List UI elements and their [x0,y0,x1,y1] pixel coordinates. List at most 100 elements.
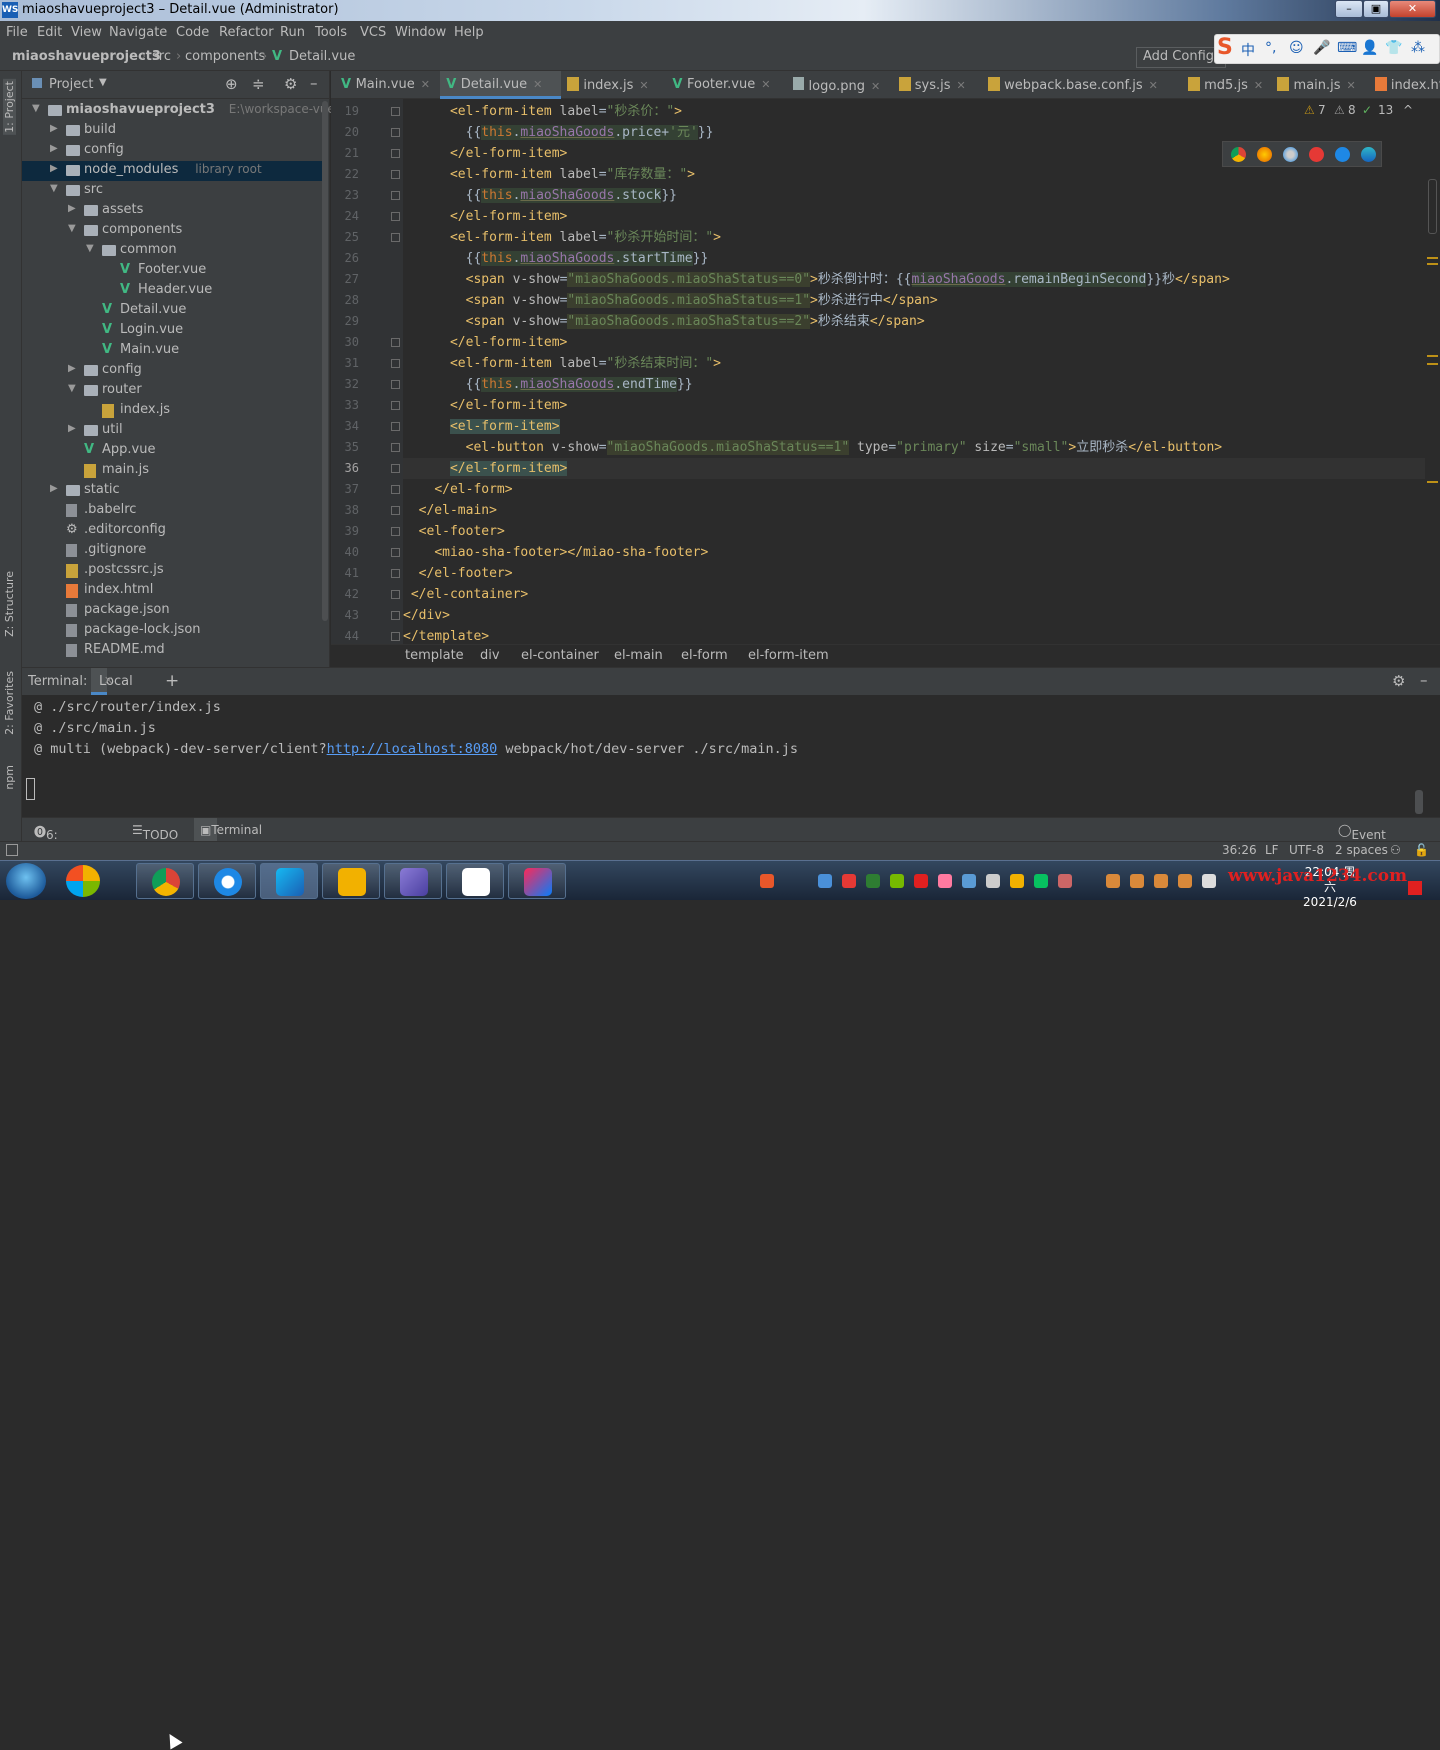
tree-item[interactable]: V Footer.vue [22,261,322,281]
fold-marker-icon[interactable] [391,128,400,137]
ime-emoji-icon[interactable]: ☺ [1289,40,1304,56]
tree-item[interactable]: V App.vue [22,441,322,461]
code-line[interactable]: <el-form-item label="库存数量："> [403,164,1425,185]
close-tab-icon[interactable]: ✕ [533,78,542,91]
side-tab-npm[interactable]: npm [3,765,16,790]
taskbar-qq-browser[interactable] [198,863,256,899]
code-line[interactable]: {{this.miaoShaGoods.stock}} [403,185,1425,206]
close-tab-icon[interactable]: ✕ [1254,79,1263,92]
scroll-thumb[interactable] [1428,179,1437,234]
code-line[interactable]: </el-form-item> [403,332,1425,353]
fold-marker-icon[interactable] [391,611,400,620]
crumb-div[interactable]: div [480,648,500,663]
chevron-down-icon[interactable]: ▼ [99,77,107,88]
localhost-link[interactable]: http://localhost:8080 [327,741,498,757]
crumb-el-form-item[interactable]: el-form-item [748,648,829,663]
sogou-tray-icon[interactable] [760,874,774,888]
code-line[interactable]: </template> [403,626,1425,644]
nvidia-icon[interactable] [890,874,904,888]
shield-icon[interactable] [866,874,880,888]
chevron-right-icon[interactable]: ▶ [50,163,58,174]
ime-keyboard-icon[interactable]: ⌨ [1337,40,1357,56]
chevron-down-icon[interactable]: ▼ [68,223,76,234]
tree-item[interactable]: ▶ config [22,141,322,161]
tree-item[interactable]: ▶ build [22,121,322,141]
project-panel-title[interactable]: Project [49,77,93,92]
editor-tab[interactable]: logo.png ✕ [787,71,892,99]
code-line[interactable]: <miao-sha-footer></miao-sha-footer> [403,542,1425,563]
gear-icon[interactable]: ⚙ [1392,672,1405,690]
editor-tab[interactable]: webpack.base.conf.js ✕ [982,71,1182,99]
close-tab-icon[interactable]: ✕ [871,80,880,93]
code-line[interactable]: </el-form-item> [403,458,1425,479]
indent-setting[interactable]: 2 spaces [1335,843,1388,857]
chevron-right-icon[interactable]: ▶ [50,143,58,154]
code-line[interactable]: <el-form-item label="秒杀开始时间："> [403,227,1425,248]
tree-item[interactable]: ▼ common [22,241,322,261]
hide-panel-icon[interactable]: – [1420,671,1428,689]
tray-icon[interactable] [1058,874,1072,888]
tree-item[interactable]: ▶ util [22,421,322,441]
chevron-down-icon[interactable]: ▼ [68,383,76,394]
lock-icon[interactable]: 🔓 [1414,843,1429,857]
menu-tools[interactable]: Tools [315,25,347,40]
close-tab-icon[interactable]: ✕ [1149,79,1158,92]
fold-marker-icon[interactable] [391,527,400,536]
gear-icon[interactable]: ⚙ [284,75,297,93]
menu-vcs[interactable]: VCS [360,25,386,40]
file-encoding[interactable]: UTF-8 [1289,843,1324,857]
side-tab-project[interactable]: 1: Project [3,79,16,135]
tree-item[interactable]: ⚙ .editorconfig [22,521,322,541]
hide-panel-icon[interactable]: – [310,74,318,92]
close-tab-icon[interactable]: ✕ [761,78,770,91]
line-separator[interactable]: LF [1265,843,1279,857]
layout-toggle-icon[interactable] [6,844,18,856]
fold-marker-icon[interactable] [391,590,400,599]
tree-item[interactable]: README.md [22,641,322,661]
editor-tab[interactable]: index.html✕ [1369,71,1440,99]
close-tab-icon[interactable]: ✕ [957,79,966,92]
tree-item[interactable]: .postcssrc.js [22,561,322,581]
fold-marker-icon[interactable] [391,548,400,557]
code-line[interactable]: </el-main> [403,500,1425,521]
tree-item[interactable]: V Detail.vue [22,301,322,321]
tree-item[interactable]: package.json [22,601,322,621]
event-log-tool[interactable]: ◯ Event Log [1338,823,1386,856]
crumb-template[interactable]: template [405,648,464,663]
tree-item[interactable]: .babelrc [22,501,322,521]
nav-project[interactable]: miaoshavueproject3 [12,49,161,64]
editor-tab[interactable]: V Detail.vue ✕ [440,71,562,99]
tree-item[interactable]: .gitignore [22,541,322,561]
minimize-button[interactable]: – [1335,0,1363,18]
terminal-output[interactable]: @ ./src/router/index.js @ ./src/main.js … [22,695,1425,817]
tray-icon[interactable] [962,874,976,888]
tree-item[interactable]: ▼ miaoshavueproject3 E:\workspace-vue3\mia [22,101,369,121]
chevron-right-icon[interactable]: ▶ [68,203,76,214]
vcs-icon[interactable]: ⚇ [1390,843,1401,857]
editor-tab[interactable]: main.js ✕ [1271,71,1368,99]
menu-edit[interactable]: Edit [37,25,62,40]
fold-marker-icon[interactable] [391,485,400,494]
tree-item[interactable]: index.js [22,401,322,421]
tray-icon[interactable] [1010,874,1024,888]
tree-item[interactable]: ▶ config [22,361,322,381]
code-line[interactable]: {{this.miaoShaGoods.endTime}} [403,374,1425,395]
chevron-down-icon[interactable]: ▼ [32,103,40,114]
code-line[interactable]: </el-container> [403,584,1425,605]
ime-punctuation-icon[interactable]: °, [1265,40,1276,56]
crumb-el-form[interactable]: el-form [681,648,728,663]
code-line[interactable]: <el-form-item> [403,416,1425,437]
caret-position[interactable]: 36:26 [1222,843,1257,857]
ime-user-icon[interactable]: 👤 [1361,40,1378,56]
fold-marker-icon[interactable] [391,212,400,221]
fold-marker-icon[interactable] [391,359,400,368]
code-line[interactable]: </el-form-item> [403,395,1425,416]
chevron-down-icon[interactable]: ▼ [86,243,94,254]
start-button[interactable] [6,863,46,899]
editor-tab[interactable]: sys.js ✕ [893,71,982,99]
code-line[interactable]: <el-button v-show="miaoShaGoods.miaoShaS… [403,437,1425,458]
code-line[interactable]: </el-footer> [403,563,1425,584]
code-line[interactable]: </el-form-item> [403,206,1425,227]
menu-view[interactable]: View [71,25,102,40]
tree-item[interactable]: package-lock.json [22,621,322,641]
